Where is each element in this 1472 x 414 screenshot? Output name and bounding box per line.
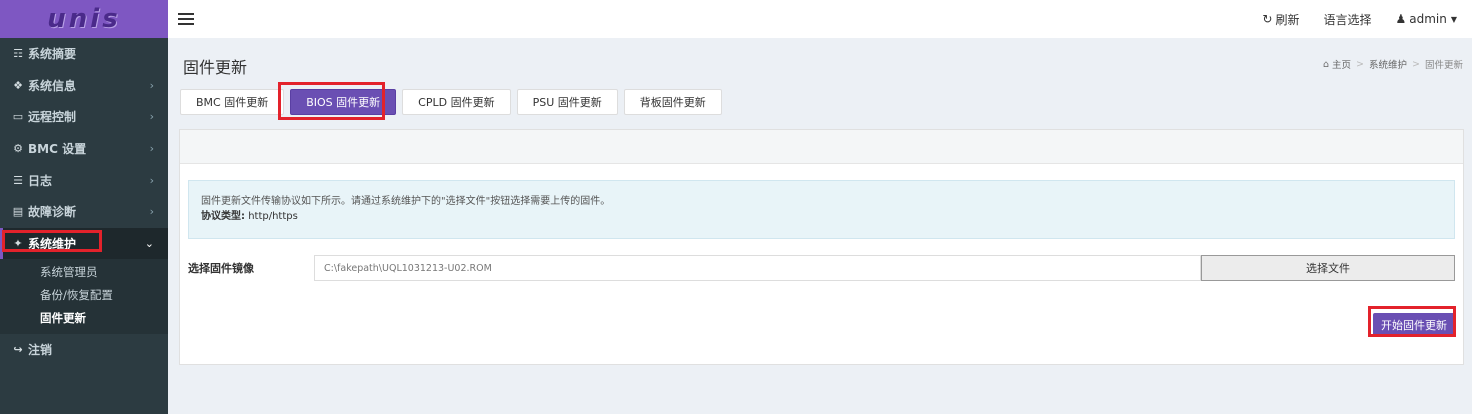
submenu-item-firmware-update[interactable]: 固件更新 [0,307,168,330]
chevron-right-icon: › [149,173,154,187]
sidebar-item-maintenance[interactable]: ✦ 系统维护 ⌄ [0,227,168,260]
sidebar-item-bmc-settings[interactable]: ⚙ BMC 设置 › [0,133,168,165]
firmware-panel: 固件更新文件传输协议如下所示。请通过系统维护下的"选择文件"按钮选择需要上传的固… [179,129,1464,365]
sidebar-item-label: 系统维护 [28,236,77,251]
monitor-icon: ▭ [12,110,24,124]
sidebar-item-label: BMC 设置 [28,142,87,157]
protocol-info-box: 固件更新文件传输协议如下所示。请通过系统维护下的"选择文件"按钮选择需要上传的固… [188,180,1455,239]
tab-psu-firmware[interactable]: PSU 固件更新 [516,89,618,115]
breadcrumb-separator: > [1356,58,1364,70]
refresh-label: 刷新 [1275,12,1300,27]
sidebar-item-label: 系统摘要 [28,47,77,62]
firmware-tabs: BMC 固件更新 BIOS 固件更新 CPLD 固件更新 PSU 固件更新 背板… [180,89,728,115]
sidebar-item-logs[interactable]: ☰ 日志 › [0,164,168,196]
database-icon: ☰ [13,173,23,187]
dashboard-icon: ☶ [13,47,23,61]
firmware-image-label: 选择固件镜像 [188,262,254,275]
language-label: 语言选择 [1323,12,1372,27]
panel-header [180,130,1463,164]
sidebar-item-label: 系统信息 [28,78,77,93]
sidebar-item-summary[interactable]: ☶ 系统摘要 [0,38,168,70]
top-navbar: ↻ 刷新 语言选择 ♟ admin ▼ [168,0,1472,38]
chevron-down-icon: ⌄ [144,236,154,250]
sidebar-item-system-info[interactable]: ❖ 系统信息 › [0,70,168,102]
breadcrumb-home[interactable]: 主页 [1332,57,1351,71]
wrench-icon: ✦ [13,236,23,250]
main-content: 固件更新 ⌂ 主页 > 系统维护 > 固件更新 BMC 固件更新 BIOS 固件… [168,38,1472,414]
sidebar-item-remote-control[interactable]: ▭ 远程控制 › [0,101,168,133]
menu-toggle-icon[interactable] [178,13,194,25]
chevron-right-icon: › [149,205,154,219]
sidebar-item-label: 故障诊断 [28,205,77,220]
tab-cpld-firmware[interactable]: CPLD 固件更新 [402,89,511,115]
sidebar-menu: ☶ 系统摘要 ❖ 系统信息 › ▭ 远程控制 › ⚙ BMC 设置 › ☰ 日志… [0,38,168,260]
user-icon: ♟ [1395,12,1407,26]
sign-out-icon: ↪ [13,343,23,357]
breadcrumb-section[interactable]: 系统维护 [1369,57,1407,71]
refresh-icon: ↻ [1262,12,1273,26]
protocol-line: 协议类型: http/https [201,209,1442,224]
user-menu-button[interactable]: ♟ admin ▼ [1383,12,1472,26]
sidebar: unis ☶ 系统摘要 ❖ 系统信息 › ▭ 远程控制 › ⚙ BMC 设置 ›… [0,0,168,414]
user-label: admin [1409,12,1447,26]
refresh-button[interactable]: ↻ 刷新 [1250,11,1311,28]
protocol-label: 协议类型: [201,211,245,222]
chevron-right-icon: › [149,110,154,124]
protocol-value: http/https [248,211,298,222]
sidebar-menu-bottom: ↪ 注销 [0,334,168,366]
info-icon: ❖ [13,78,23,92]
tab-bios-firmware[interactable]: BIOS 固件更新 [290,89,397,115]
start-firmware-update-button[interactable]: 开始固件更新 [1373,313,1455,337]
sidebar-item-diagnostics[interactable]: ▤ 故障诊断 › [0,196,168,228]
sidebar-item-label: 日志 [28,173,53,188]
submenu-item-admin[interactable]: 系统管理员 [0,261,168,284]
firmware-file-row: 选择固件镜像 C:\fakepath\UQL1031213-U02.ROM 选择… [188,255,1456,281]
chevron-right-icon: › [149,78,154,92]
gear-icon: ⚙ [13,142,23,156]
submenu-item-backup-restore[interactable]: 备份/恢复配置 [0,284,168,307]
page-title: 固件更新 [183,58,248,77]
caret-down-icon: ▼ [1450,14,1457,24]
info-text: 固件更新文件传输协议如下所示。请通过系统维护下的"选择文件"按钮选择需要上传的固… [201,196,611,207]
breadcrumb: ⌂ 主页 > 系统维护 > 固件更新 [1322,57,1463,72]
chevron-right-icon: › [149,142,154,156]
navbar-right: ↻ 刷新 语言选择 ♟ admin ▼ [1250,0,1472,38]
language-select-button[interactable]: 语言选择 [1311,11,1383,28]
brand-logo[interactable]: unis [0,0,168,38]
home-icon: ⌂ [1322,58,1330,70]
bar-chart-icon: ▤ [12,205,24,219]
breadcrumb-current: 固件更新 [1424,60,1463,71]
choose-file-button[interactable]: 选择文件 [1201,255,1455,281]
tab-backplane-firmware[interactable]: 背板固件更新 [623,89,722,115]
sidebar-item-label: 注销 [28,343,53,358]
sidebar-item-logout[interactable]: ↪ 注销 [0,334,168,366]
maintenance-submenu: 系统管理员 备份/恢复配置 固件更新 [0,259,168,335]
breadcrumb-separator: > [1412,58,1420,70]
sidebar-item-label: 远程控制 [28,110,77,125]
firmware-path-input[interactable]: C:\fakepath\UQL1031213-U02.ROM [314,255,1201,281]
tab-bmc-firmware[interactable]: BMC 固件更新 [180,89,285,115]
